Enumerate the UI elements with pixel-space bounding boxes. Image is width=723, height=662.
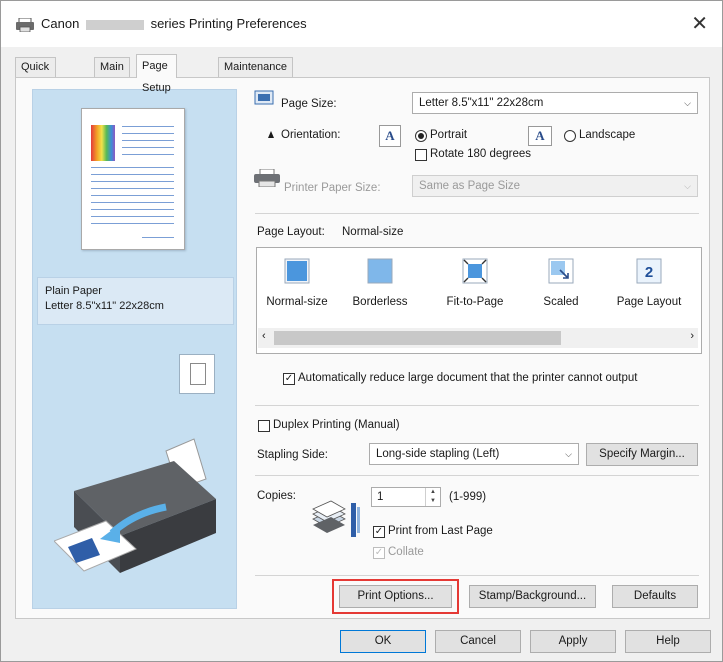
landscape-label[interactable]: Landscape xyxy=(579,129,635,141)
duplex-label[interactable]: Duplex Printing (Manual) xyxy=(273,419,400,431)
layout-item-scaled[interactable]: Scaled xyxy=(521,254,601,314)
printer-app-icon xyxy=(16,18,34,32)
layout-item-normal-size[interactable]: Normal-size xyxy=(257,254,337,314)
chevron-down-icon: ⌵ xyxy=(684,98,691,108)
borderless-icon xyxy=(367,258,393,284)
rotate-180-label[interactable]: Rotate 180 degrees xyxy=(430,148,531,160)
duplex-checkbox[interactable] xyxy=(258,420,270,432)
preview-color-image xyxy=(91,125,115,161)
print-from-last-page-label[interactable]: Print from Last Page xyxy=(388,525,493,537)
scroll-left-icon[interactable]: ‹ xyxy=(262,330,266,342)
paper-size-text: Letter 8.5"x11" 22x28cm xyxy=(45,300,164,312)
tab-maintenance[interactable]: Maintenance xyxy=(218,57,293,77)
help-button[interactable]: Help xyxy=(625,630,711,653)
copies-value: 1 xyxy=(377,491,384,503)
landscape-radio[interactable] xyxy=(564,130,576,142)
portrait-a-icon: A xyxy=(379,125,401,147)
paper-orientation-indicator xyxy=(179,354,215,394)
separator xyxy=(255,575,699,576)
page-size-value: Letter 8.5"x11" 22x28cm xyxy=(419,97,544,109)
copies-range: (1-999) xyxy=(449,491,487,503)
layout-label: Scaled xyxy=(543,296,579,308)
page-size-label: Page Size: xyxy=(281,98,337,110)
title-prefix: Canon xyxy=(41,16,80,31)
scroll-right-icon[interactable]: › xyxy=(690,330,694,342)
normal-size-icon xyxy=(284,258,310,284)
portrait-label[interactable]: Portrait xyxy=(430,129,467,141)
close-button[interactable]: ✕ xyxy=(691,11,708,36)
chevron-down-icon: ⌵ xyxy=(565,449,572,459)
scrollbar-thumb[interactable] xyxy=(274,331,561,345)
stapling-side-value: Long-side stapling (Left) xyxy=(376,448,500,460)
collate-label: Collate xyxy=(388,546,424,558)
media-type-text: Plain Paper xyxy=(45,285,102,297)
layout-label: Fit-to-Page xyxy=(446,296,504,308)
page-size-select[interactable]: Letter 8.5"x11" 22x28cm ⌵ xyxy=(412,92,698,114)
copies-label: Copies: xyxy=(257,490,296,502)
printer-paper-size-value: Same as Page Size xyxy=(419,180,521,192)
copies-icon xyxy=(312,500,360,537)
stamp-background-button[interactable]: Stamp/Background... xyxy=(469,585,596,608)
layout-item-page-layout[interactable]: 2 Page Layout xyxy=(609,254,689,314)
specify-margin-button[interactable]: Specify Margin... xyxy=(586,443,698,466)
separator xyxy=(255,475,699,476)
page-layout-label: Page Layout: xyxy=(257,226,325,238)
paper-info-box: Plain Paper Letter 8.5"x11" 22x28cm xyxy=(37,277,234,325)
rotate-180-checkbox[interactable] xyxy=(415,149,427,161)
scaled-icon xyxy=(548,258,574,284)
title-bar: Canon series Printing Preferences ✕ xyxy=(1,1,722,47)
landscape-a-icon: A xyxy=(528,126,552,146)
tab-page-setup[interactable]: Page Setup xyxy=(136,54,177,94)
printer-paper-size-label: Printer Paper Size: xyxy=(284,182,381,194)
spin-updown-icon[interactable]: ▲ ▼ xyxy=(425,488,440,506)
layout-label: Normal-size xyxy=(266,296,328,308)
page-preview xyxy=(81,108,185,250)
layout-item-borderless[interactable]: Borderless xyxy=(340,254,420,314)
fit-to-page-icon xyxy=(462,258,488,284)
cancel-button[interactable]: Cancel xyxy=(435,630,521,653)
layout-label: Borderless xyxy=(352,296,408,308)
orientation-label: Orientation: xyxy=(281,129,341,141)
chevron-down-icon: ⌵ xyxy=(684,181,691,191)
svg-text:2: 2 xyxy=(645,264,653,281)
page-layout-value: Normal-size xyxy=(342,226,404,238)
layout-horizontal-scrollbar[interactable]: ‹ › xyxy=(258,328,698,348)
apply-button[interactable]: Apply xyxy=(530,630,616,653)
separator xyxy=(255,405,699,406)
page-size-icon xyxy=(254,90,274,105)
defaults-button[interactable]: Defaults xyxy=(612,585,698,608)
auto-reduce-label[interactable]: Automatically reduce large document that… xyxy=(298,372,637,384)
layout-item-fit-to-page[interactable]: Fit-to-Page xyxy=(435,254,515,314)
separator xyxy=(255,213,699,214)
print-from-last-page-checkbox[interactable]: ✓ xyxy=(373,526,385,538)
highlight-box xyxy=(332,579,459,614)
auto-reduce-checkbox[interactable]: ✓ xyxy=(283,373,295,385)
printing-preferences-window: Canon series Printing Preferences ✕ Quic… xyxy=(0,0,723,662)
title-suffix: series Printing Preferences xyxy=(150,16,307,31)
copies-spinner[interactable]: 1 ▲ ▼ xyxy=(371,487,441,507)
stapling-side-select[interactable]: Long-side stapling (Left) ⌵ xyxy=(369,443,579,465)
tab-quick-setup[interactable]: Quick Setup xyxy=(15,57,56,92)
printer-paper-size-icon xyxy=(254,169,280,187)
orientation-icon xyxy=(268,131,274,138)
printer-paper-size-select: Same as Page Size ⌵ xyxy=(412,175,698,197)
tab-main[interactable]: Main xyxy=(94,57,130,77)
portrait-radio[interactable] xyxy=(415,130,427,142)
layout-label: Page Layout xyxy=(616,296,682,308)
collate-checkbox: ✓ xyxy=(373,547,385,559)
printer-illustration xyxy=(54,438,216,573)
redacted-model-name xyxy=(85,19,144,30)
page-layout-icon: 2 xyxy=(636,258,662,284)
window-title: Canon series Printing Preferences xyxy=(41,16,307,31)
page-layout-list: Normal-size Borderless Fit-to-Page Scale… xyxy=(256,247,702,354)
stapling-side-label: Stapling Side: xyxy=(257,449,328,461)
ok-button[interactable]: OK xyxy=(340,630,426,653)
